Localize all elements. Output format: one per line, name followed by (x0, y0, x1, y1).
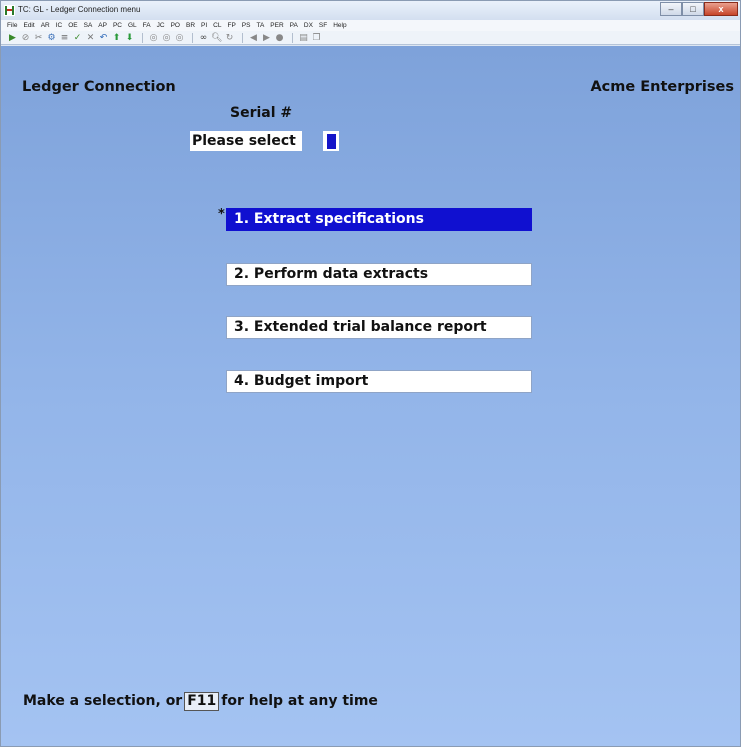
menu-ta[interactable]: TA (256, 22, 264, 29)
menu-br[interactable]: BR (186, 22, 195, 29)
menu-help[interactable]: Help (333, 22, 346, 29)
text-cursor (327, 134, 336, 149)
start-icon[interactable]: ▶ (7, 33, 18, 43)
down-arrow-icon[interactable]: ⬇ (124, 33, 135, 43)
circle-icon-1[interactable]: ◎ (148, 33, 159, 43)
company-name: Acme Enterprises (590, 79, 734, 95)
list-icon[interactable]: ≡ (59, 33, 70, 43)
menu-option-extended-trial-balance-report[interactable]: 3. Extended trial balance report (226, 316, 532, 339)
menu-bar: File Edit AR IC OE SA AP PC GL FA JC PO … (1, 20, 740, 31)
user-icon[interactable]: ● (274, 33, 285, 43)
menu-ps[interactable]: PS (242, 22, 251, 29)
menu-po[interactable]: PO (171, 22, 180, 29)
cancel-icon[interactable]: ⊘ (20, 33, 31, 43)
refresh-icon[interactable]: ↻ (224, 33, 235, 43)
menu-option-perform-data-extracts[interactable]: 2. Perform data extracts (226, 263, 532, 286)
menu-per[interactable]: PER (270, 22, 283, 29)
selection-input[interactable] (323, 131, 339, 151)
menu-sa[interactable]: SA (84, 22, 93, 29)
window-controls: – □ x (660, 2, 738, 17)
app-window: TC: GL - Ledger Connection menu – □ x Fi… (0, 0, 741, 747)
menu-fa[interactable]: FA (143, 22, 151, 29)
toolbar-separator (292, 32, 293, 43)
menu-edit[interactable]: Edit (23, 22, 34, 29)
menu-cl[interactable]: CL (213, 22, 221, 29)
zoom-icon[interactable]: 🔍︎ (211, 33, 222, 43)
menu-oe[interactable]: OE (68, 22, 77, 29)
menu-ar[interactable]: AR (41, 22, 50, 29)
maximize-button[interactable]: □ (682, 2, 704, 16)
settings-icon[interactable]: ⚙ (46, 33, 57, 43)
check-icon[interactable]: ✓ (72, 33, 83, 43)
program-title: Ledger Connection (22, 79, 176, 95)
binoculars-icon[interactable]: ∞ (198, 33, 209, 43)
close-button[interactable]: x (704, 2, 738, 16)
title-bar[interactable]: TC: GL - Ledger Connection menu – □ x (1, 1, 740, 21)
menu-jc[interactable]: JC (157, 22, 165, 29)
menu-file[interactable]: File (7, 22, 17, 29)
f11-key[interactable]: F11 (184, 692, 220, 711)
window-title: TC: GL - Ledger Connection menu (18, 5, 141, 14)
toolbar-separator (142, 32, 143, 43)
minimize-button[interactable]: – (660, 2, 682, 16)
page-icon[interactable]: ▤ (298, 33, 309, 43)
menu-sf[interactable]: SF (319, 22, 327, 29)
toolbar-separator (192, 32, 193, 43)
undo-icon[interactable]: ↶ (98, 33, 109, 43)
status-prefix: Make a selection, or (23, 693, 183, 709)
app-icon (4, 5, 15, 16)
copy-icon[interactable]: ❐ (311, 33, 322, 43)
menu-gl[interactable]: GL (128, 22, 137, 29)
next-icon[interactable]: ▶ (261, 33, 272, 43)
up-arrow-icon[interactable]: ⬆ (111, 33, 122, 43)
cut-icon[interactable]: ✂ (33, 33, 44, 43)
prev-icon[interactable]: ◀ (248, 33, 259, 43)
menu-fp[interactable]: FP (227, 22, 235, 29)
menu-pi[interactable]: PI (201, 22, 207, 29)
menu-ap[interactable]: AP (98, 22, 107, 29)
status-suffix: for help at any time (221, 693, 378, 709)
menu-pa[interactable]: PA (290, 22, 298, 29)
toolbar-separator (242, 32, 243, 43)
circle-icon-2[interactable]: ◎ (161, 33, 172, 43)
delete-icon[interactable]: ✕ (85, 33, 96, 43)
menu-option-extract-specifications[interactable]: 1. Extract specifications (226, 208, 532, 231)
toolbar: ▶ ⊘ ✂ ⚙ ≡ ✓ ✕ ↶ ⬆ ⬇ ◎ ◎ ◎ ∞ 🔍︎ ↻ ◀ ▶ ● ▤… (1, 31, 740, 45)
menu-dx[interactable]: DX (304, 22, 313, 29)
menu-ic[interactable]: IC (56, 22, 63, 29)
circle-icon-3[interactable]: ◎ (174, 33, 185, 43)
serial-label: Serial # (230, 105, 293, 121)
please-select-label: Please select (190, 131, 302, 151)
main-screen: Ledger Connection Acme Enterprises Seria… (1, 46, 740, 746)
menu-option-budget-import[interactable]: 4. Budget import (226, 370, 532, 393)
status-line: Make a selection, or F11 for help at any t… (23, 692, 378, 711)
current-selection-marker: * (218, 207, 225, 222)
menu-pc[interactable]: PC (113, 22, 122, 29)
